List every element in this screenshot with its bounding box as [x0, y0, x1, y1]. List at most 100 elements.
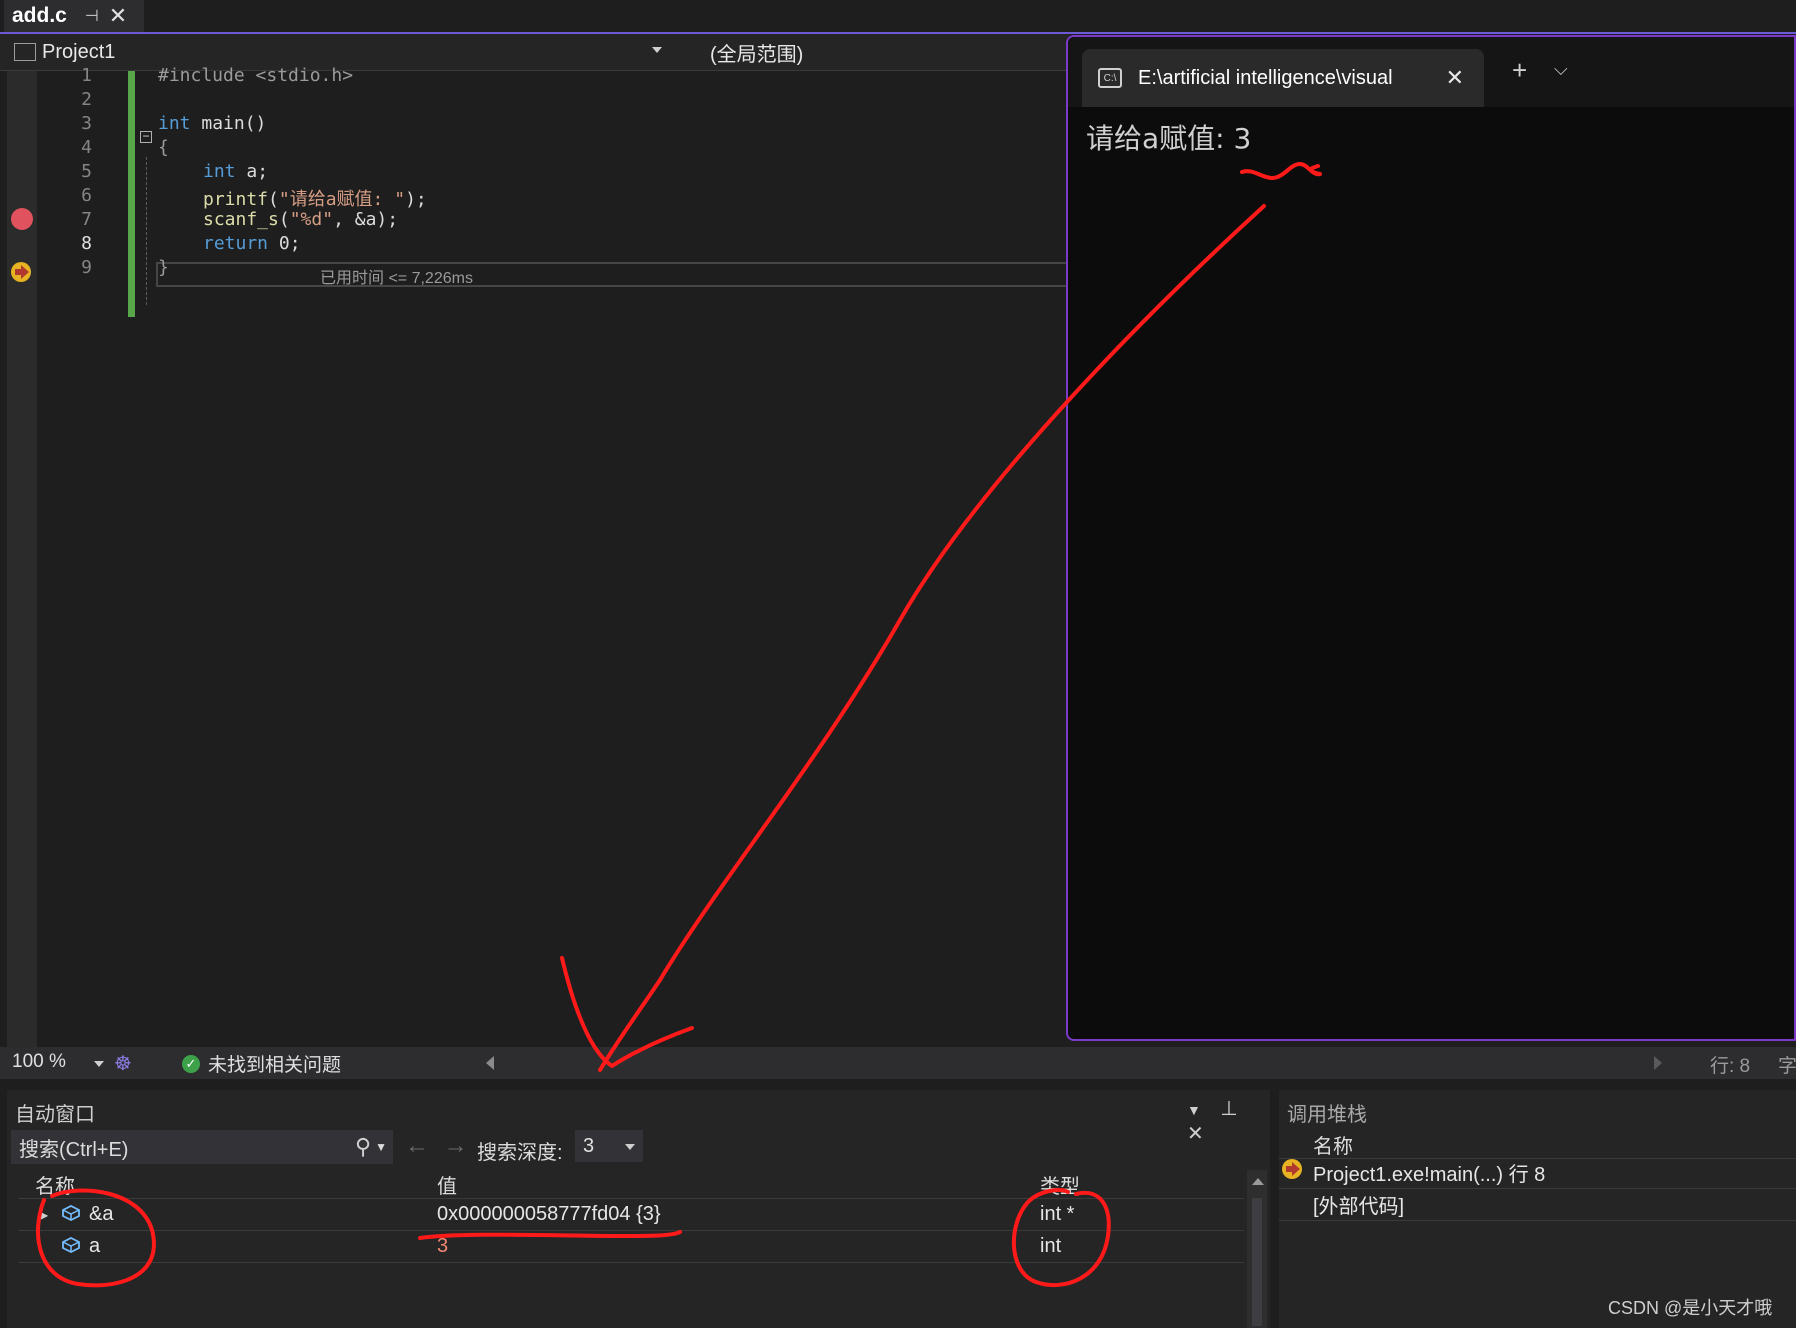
chevron-down-icon[interactable]: ▼: [1187, 1102, 1201, 1118]
line-number: 7: [81, 209, 92, 230]
keyword: int: [203, 161, 236, 182]
variable-name: a: [89, 1235, 101, 1257]
zoom-level[interactable]: 100 %: [12, 1051, 66, 1073]
terminal-window[interactable]: C:\ E:\artificial intelligence\visual ✕ …: [1066, 35, 1796, 1041]
current-frame-icon: [1282, 1159, 1302, 1179]
tab-add-c[interactable]: add.c ⊣ ✕: [4, 0, 144, 32]
close-icon[interactable]: ✕: [1446, 65, 1464, 91]
collapse-toggle[interactable]: −: [140, 130, 152, 143]
instruction-pointer-icon: [11, 262, 31, 282]
editor-status-bar: 100 % ☸ ✓ 未找到相关问题 行: 8 字: [0, 1047, 1796, 1079]
code-text: a;: [235, 161, 269, 182]
divider: [1279, 1220, 1796, 1221]
keyword: int: [158, 113, 191, 134]
issues-label: 未找到相关问题: [208, 1055, 342, 1076]
breakpoint-icon[interactable]: [11, 208, 33, 230]
stack-frame[interactable]: [外部代码]: [1313, 1190, 1404, 1219]
line-number: 3: [81, 113, 92, 134]
pin-icon[interactable]: ⊣: [85, 6, 99, 26]
current-line-highlight: [156, 262, 1070, 287]
check-circle-icon: ✓: [182, 1054, 200, 1073]
code-line-9: }: [158, 257, 169, 278]
scroll-thumb[interactable]: [1252, 1198, 1262, 1326]
line-number: 1: [81, 65, 92, 86]
close-icon[interactable]: ✕: [109, 3, 127, 29]
scroll-left-icon[interactable]: [486, 1056, 494, 1070]
code-text: , &a);: [333, 209, 399, 230]
indent-guide: [146, 157, 147, 305]
chevron-down-icon[interactable]: [94, 1061, 104, 1067]
stack-frame[interactable]: Project1.exe!main(...) 行 8: [1313, 1158, 1545, 1187]
line-indicator[interactable]: 行: 8: [1710, 1051, 1750, 1078]
string-literal: "请给a赋值: ": [278, 189, 406, 210]
search-depth-value: 3: [583, 1134, 595, 1157]
plus-icon[interactable]: +: [1512, 55, 1527, 86]
column-header-name[interactable]: 名称: [1313, 1130, 1353, 1159]
call-stack-window: 调用堆栈 名称 Project1.exe!main(...) 行 8 [外部代码…: [1279, 1090, 1796, 1328]
column-header-type[interactable]: 类型: [1040, 1170, 1080, 1199]
autos-window: 自动窗口 ▼ ⊥ ✕ 搜索(Ctrl+E) ⚲ ▼ ← → 搜索深度: 3 名称…: [7, 1090, 1270, 1328]
chevron-down-icon: [625, 1144, 635, 1150]
scroll-up-icon[interactable]: [1252, 1178, 1264, 1185]
search-depth-label: 搜索深度:: [477, 1142, 563, 1164]
code-text: 0;: [268, 233, 301, 254]
char-indicator[interactable]: 字: [1778, 1051, 1796, 1078]
expand-arrow-icon[interactable]: ▶: [39, 1208, 48, 1222]
function-name: scanf_s: [203, 209, 279, 230]
forward-arrow-icon[interactable]: →: [444, 1132, 468, 1159]
tab-label: add.c: [12, 4, 67, 27]
vertical-scrollbar[interactable]: [1247, 1170, 1267, 1328]
project-dropdown[interactable]: Project1: [8, 37, 668, 67]
search-icon[interactable]: ⚲: [355, 1134, 371, 1160]
code-line-4: {: [158, 137, 169, 158]
table-row[interactable]: a 3 int: [19, 1230, 1244, 1263]
document-tab-strip: add.c ⊣ ✕: [0, 0, 1796, 34]
variable-icon: [62, 1204, 80, 1222]
terminal-tab-title: E:\artificial intelligence\visual: [1138, 66, 1393, 89]
code-text: );: [405, 189, 427, 210]
table-row[interactable]: ▶ &a 0x000000058777fd04 {3} int *: [19, 1198, 1244, 1230]
search-placeholder: 搜索(Ctrl+E): [19, 1138, 129, 1161]
keyword: return: [203, 233, 269, 254]
code-text: main(): [190, 113, 267, 134]
panel-controls: ▼ ⊥ ✕: [1187, 1096, 1270, 1146]
perf-tip[interactable]: 已用时间 <= 7,226ms: [320, 264, 473, 288]
terminal-icon: C:\: [1098, 68, 1122, 88]
divider: [1279, 1188, 1796, 1189]
variable-value[interactable]: 0x000000058777fd04 {3}: [437, 1203, 661, 1226]
scroll-right-icon[interactable]: [1654, 1056, 1662, 1070]
string-literal: "%d": [289, 209, 334, 230]
issues-indicator[interactable]: ✓ 未找到相关问题: [182, 1050, 341, 1077]
search-depth-dropdown[interactable]: 3: [575, 1130, 643, 1162]
terminal-tab[interactable]: C:\ E:\artificial intelligence\visual ✕: [1082, 49, 1484, 107]
chevron-down-icon[interactable]: ▼: [375, 1140, 387, 1154]
close-icon[interactable]: ✕: [1187, 1123, 1204, 1145]
back-arrow-icon[interactable]: ←: [405, 1132, 429, 1159]
chevron-down-icon: [652, 47, 662, 53]
terminal-output: 请给a赋值: 3: [1086, 122, 1252, 155]
line-number: 4: [81, 137, 92, 158]
copilot-icon[interactable]: ☸: [114, 1051, 132, 1076]
code-line-6: printf("请给a赋值: ");: [203, 185, 427, 211]
search-input[interactable]: 搜索(Ctrl+E) ⚲ ▼: [11, 1130, 393, 1164]
project-icon: [14, 43, 36, 61]
column-header-value[interactable]: 值: [437, 1170, 457, 1199]
scope-dropdown[interactable]: (全局范围): [700, 37, 1070, 67]
chevron-down-icon[interactable]: ⌵: [1554, 59, 1568, 80]
line-number: 6: [81, 185, 92, 206]
terminal-title-bar: C:\ E:\artificial intelligence\visual ✕ …: [1068, 37, 1794, 107]
watermark: CSDN @是小天才哦: [1608, 1298, 1773, 1318]
code-text: (: [278, 209, 290, 230]
line-number: 2: [81, 89, 92, 110]
line-number: 5: [81, 161, 92, 182]
code-text: (: [268, 189, 279, 210]
code-line-3: int main(): [158, 113, 266, 134]
code-editor[interactable]: 1 2 3 4 5 6 7 8 9 − #include <stdio.h> i…: [0, 65, 1070, 1047]
column-header-name[interactable]: 名称: [35, 1170, 75, 1199]
panel-title: 调用堆栈: [1287, 1104, 1367, 1126]
project-label: Project1: [42, 40, 116, 63]
pin-icon[interactable]: ⊥: [1220, 1098, 1237, 1120]
function-name: printf: [203, 189, 269, 210]
variable-value[interactable]: 3: [437, 1235, 448, 1258]
code-line-8: return 0;: [203, 233, 301, 254]
